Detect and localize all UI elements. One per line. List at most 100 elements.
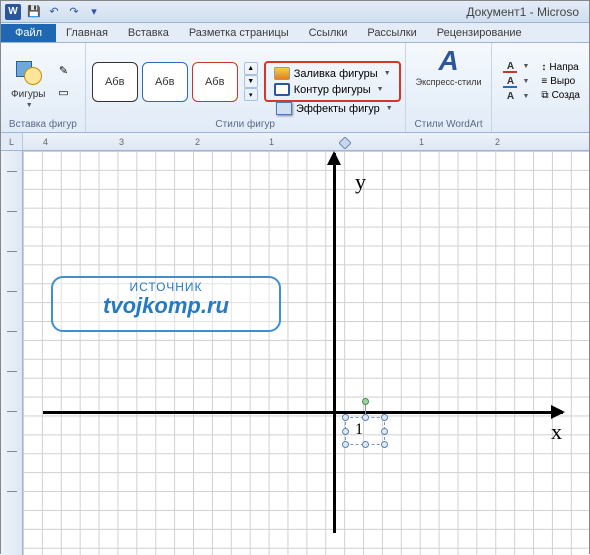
effects-label: Эффекты фигур xyxy=(296,103,380,115)
selected-text-box[interactable]: 1 xyxy=(345,417,385,445)
text-fill-button[interactable]: A▼ xyxy=(500,60,532,74)
group-label-text xyxy=(498,118,583,132)
text-direction-button[interactable]: ↕Напра xyxy=(538,61,583,74)
document-title: Документ1 - Microso xyxy=(103,5,585,19)
quick-styles-button[interactable]: A Экспресс-стили xyxy=(412,45,486,89)
resize-handle[interactable] xyxy=(342,414,349,421)
rotation-handle[interactable] xyxy=(362,398,369,405)
page-canvas[interactable]: y x 1 ИСТОЧНИК tvojkomp.ru xyxy=(23,151,589,555)
ruler-num: 2 xyxy=(495,137,500,147)
align-label: Выро xyxy=(550,76,575,87)
group-wordart: A Экспресс-стили Стили WordArt xyxy=(406,43,493,132)
group-shape-styles: Абв Абв Абв ▲ ▼ ▾ Заливка фигуры ▼ Конту… xyxy=(86,43,406,132)
vertical-ruler[interactable] xyxy=(1,151,23,555)
resize-handle[interactable] xyxy=(362,441,369,448)
redo-button[interactable]: ↷ xyxy=(65,3,83,21)
resize-handle[interactable] xyxy=(342,428,349,435)
watermark-line1: ИСТОЧНИК xyxy=(61,280,271,294)
text-effects-icon: A xyxy=(503,91,517,103)
shape-style-3[interactable]: Абв xyxy=(192,62,238,102)
resize-handle[interactable] xyxy=(381,414,388,421)
highlighted-format-options: Заливка фигуры ▼ Контур фигуры ▼ xyxy=(266,63,399,100)
gallery-scroll: ▲ ▼ ▾ xyxy=(244,62,258,101)
resize-handle[interactable] xyxy=(381,428,388,435)
align-icon: ≡ xyxy=(541,76,547,87)
chevron-down-icon: ▼ xyxy=(377,86,384,93)
ruler-corner[interactable]: L xyxy=(1,133,23,151)
resize-handle[interactable] xyxy=(342,441,349,448)
group-text: A▼ A▼ A▼ ↕Напра ≡Выро ⧉ Созда xyxy=(492,43,589,132)
gallery-down-button[interactable]: ▼ xyxy=(244,75,258,88)
y-axis-label[interactable]: y xyxy=(355,169,366,195)
document-area: L 4 3 2 1 1 2 y x 1 xyxy=(1,133,589,555)
watermark-line2: tvojkomp.ru xyxy=(61,294,271,318)
shape-effects-button[interactable]: Эффекты фигур ▼ xyxy=(272,101,397,116)
tab-home[interactable]: Главная xyxy=(56,25,118,42)
wordart-icon: A xyxy=(438,47,458,75)
effects-icon xyxy=(276,102,292,115)
fill-icon xyxy=(274,67,290,80)
gallery-more-button[interactable]: ▾ xyxy=(244,88,258,101)
word-app-icon: W xyxy=(5,4,21,20)
quick-access-toolbar: 💾 ↶ ↷ ▾ xyxy=(25,3,103,21)
text-fill-icon: A xyxy=(503,61,517,73)
shapes-label: Фигуры xyxy=(11,89,45,100)
x-axis-label[interactable]: x xyxy=(551,419,562,445)
gallery-up-button[interactable]: ▲ xyxy=(244,62,258,75)
link-icon: ⧉ xyxy=(541,90,548,101)
undo-button[interactable]: ↶ xyxy=(45,3,63,21)
outline-label: Контур фигуры xyxy=(294,84,371,96)
tab-references[interactable]: Ссылки xyxy=(299,25,358,42)
tab-file[interactable]: Файл xyxy=(1,24,56,42)
shapes-button[interactable]: Фигуры ▼ xyxy=(7,53,49,111)
create-link-button[interactable]: ⧉ Созда xyxy=(538,89,583,102)
chevron-down-icon: ▼ xyxy=(26,102,33,109)
resize-handle[interactable] xyxy=(362,414,369,421)
resize-handle[interactable] xyxy=(381,441,388,448)
shapes-icon xyxy=(12,55,44,87)
ribbon: Фигуры ▼ ✎ ▭ Вставка фигур Абв Абв Абв ▲… xyxy=(1,43,589,133)
text-box-button[interactable]: ▭ xyxy=(53,83,73,103)
outline-icon xyxy=(274,83,290,96)
shape-style-1[interactable]: Абв xyxy=(92,62,138,102)
shape-fill-button[interactable]: Заливка фигуры ▼ xyxy=(270,66,395,81)
tab-insert[interactable]: Вставка xyxy=(118,25,179,42)
save-button[interactable]: 💾 xyxy=(25,3,43,21)
align-text-button[interactable]: ≡Выро xyxy=(538,75,583,88)
fill-label: Заливка фигуры xyxy=(294,68,378,80)
x-axis-arrow[interactable] xyxy=(43,411,563,414)
text-outline-button[interactable]: A▼ xyxy=(500,75,532,89)
text-outline-icon: A xyxy=(503,76,517,88)
ruler-num: 1 xyxy=(269,137,274,147)
ribbon-tabs: Файл Главная Вставка Разметка страницы С… xyxy=(1,23,589,43)
group-insert-shapes: Фигуры ▼ ✎ ▭ Вставка фигур xyxy=(1,43,86,132)
edit-shape-button[interactable]: ✎ xyxy=(53,61,73,81)
group-label-styles: Стили фигур xyxy=(92,118,399,132)
shape-outline-button[interactable]: Контур фигуры ▼ xyxy=(270,82,395,97)
y-axis-arrow[interactable] xyxy=(333,153,336,533)
watermark-source: ИСТОЧНИК tvojkomp.ru xyxy=(51,276,281,332)
ruler-num: 1 xyxy=(419,137,424,147)
ruler-num: 4 xyxy=(43,137,48,147)
ruler-num: 2 xyxy=(195,137,200,147)
group-label-wordart: Стили WordArt xyxy=(412,118,486,132)
create-label: Созда xyxy=(552,90,580,101)
text-effects-button[interactable]: A▼ xyxy=(500,90,532,104)
group-label-insert: Вставка фигур xyxy=(7,118,79,132)
gridlines xyxy=(23,151,589,555)
title-bar: W 💾 ↶ ↷ ▾ Документ1 - Microso xyxy=(1,1,589,23)
shape-style-2[interactable]: Абв xyxy=(142,62,188,102)
tab-mailings[interactable]: Рассылки xyxy=(357,25,426,42)
ruler-num: 3 xyxy=(119,137,124,147)
tab-layout[interactable]: Разметка страницы xyxy=(179,25,299,42)
tab-review[interactable]: Рецензирование xyxy=(427,25,532,42)
quick-styles-label: Экспресс-стили xyxy=(416,77,482,87)
horizontal-ruler[interactable]: L 4 3 2 1 1 2 xyxy=(1,133,589,151)
chevron-down-icon: ▼ xyxy=(386,105,393,112)
text-box-content[interactable]: 1 xyxy=(355,421,363,439)
direction-label: Напра xyxy=(549,62,578,73)
direction-icon: ↕ xyxy=(541,62,546,73)
qat-more-button[interactable]: ▾ xyxy=(85,3,103,21)
chevron-down-icon: ▼ xyxy=(384,70,391,77)
indent-marker[interactable] xyxy=(339,137,349,147)
